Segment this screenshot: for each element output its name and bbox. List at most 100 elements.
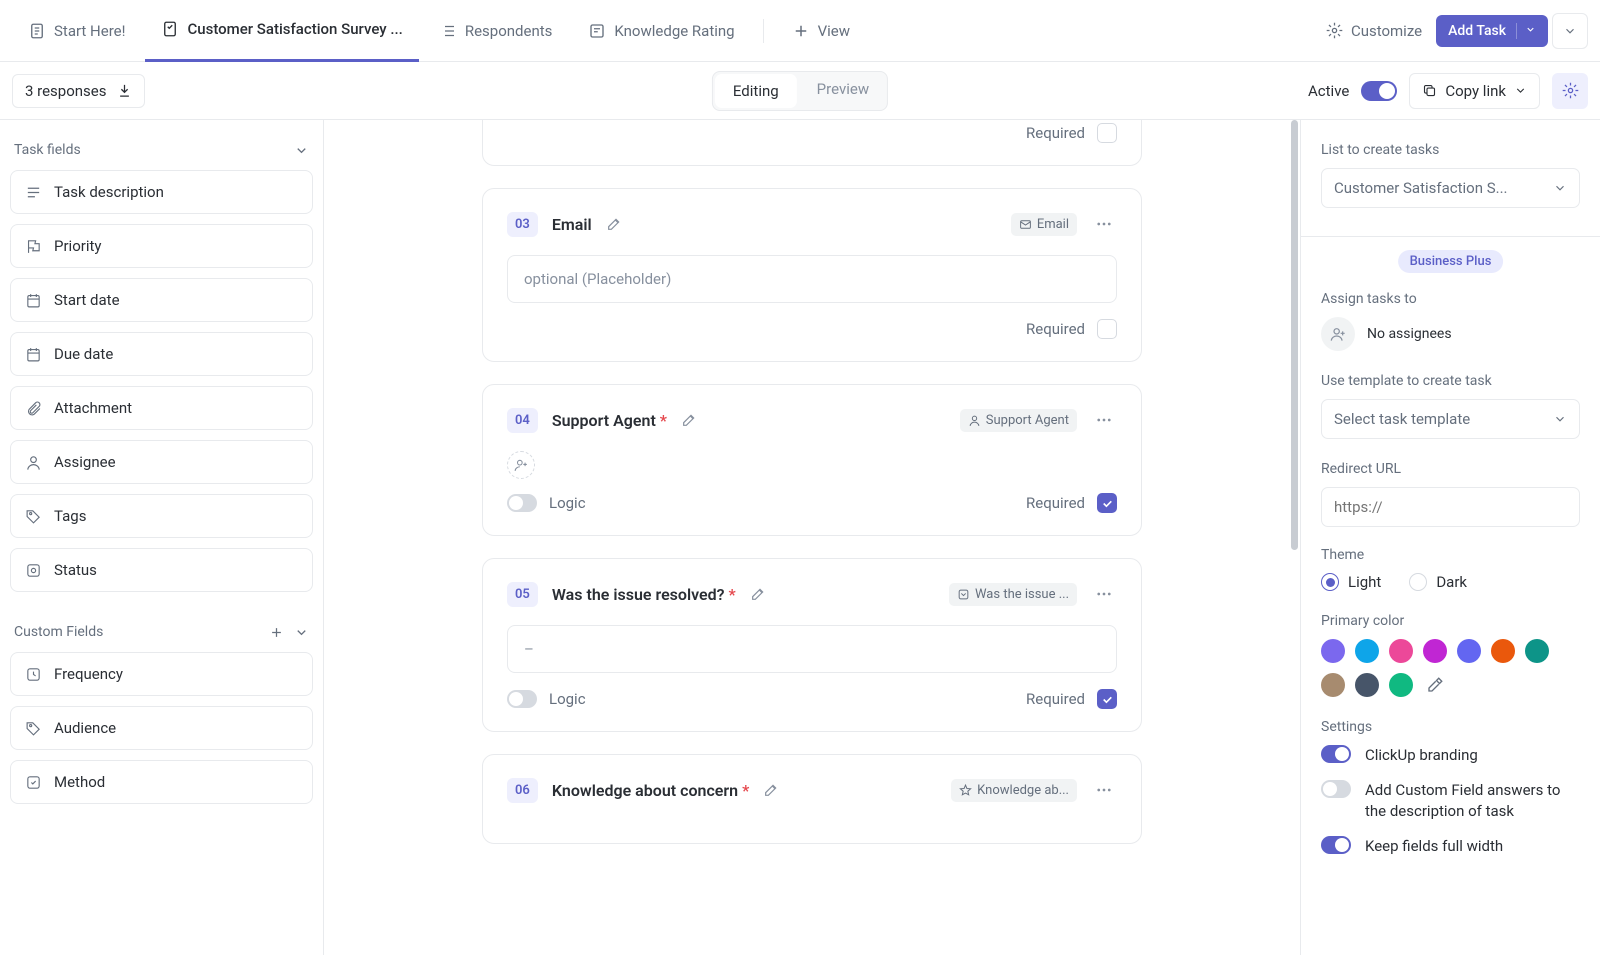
color-swatch[interactable] (1423, 639, 1447, 663)
plus-icon[interactable] (269, 625, 284, 640)
field-item[interactable]: Due date (10, 332, 313, 376)
template-select[interactable]: Select task template (1321, 399, 1580, 439)
required-label: Required (1026, 124, 1085, 142)
edit-icon[interactable] (763, 782, 779, 798)
color-swatch[interactable] (1321, 639, 1345, 663)
color-swatch[interactable] (1457, 639, 1481, 663)
more-icon[interactable] (1091, 211, 1117, 237)
form-field-card[interactable]: 03EmailEmailoptional (Placeholder)Requir… (482, 188, 1142, 362)
color-swatch[interactable] (1491, 639, 1515, 663)
required-checkbox[interactable] (1097, 493, 1117, 513)
color-picker-icon[interactable] (1423, 673, 1447, 697)
no-assignees-label: No assignees (1367, 326, 1452, 342)
note-icon (588, 22, 606, 40)
logic-label: Logic (549, 494, 586, 512)
custom-fields-header[interactable]: Custom Fields (10, 620, 313, 652)
field-label: Status (54, 561, 97, 579)
field-label: Due date (54, 345, 113, 363)
add-task-label: Add Task (1448, 23, 1506, 39)
radio-icon (1409, 573, 1427, 591)
tab-start-here[interactable]: Start Here! (12, 0, 141, 62)
more-icon[interactable] (1091, 407, 1117, 433)
customize-button[interactable]: Customize (1316, 22, 1432, 40)
color-swatch[interactable] (1355, 673, 1379, 697)
assignee-picker[interactable]: No assignees (1321, 317, 1580, 351)
field-item[interactable]: Status (10, 548, 313, 592)
setting-toggle[interactable] (1321, 836, 1351, 854)
redirect-url-input[interactable] (1321, 487, 1580, 527)
field-number: 04 (507, 408, 538, 433)
theme-dark-option[interactable]: Dark (1409, 573, 1467, 591)
copy-link-button[interactable]: Copy link (1409, 73, 1540, 109)
field-icon (25, 346, 42, 363)
field-label: Task description (54, 183, 164, 201)
logic-toggle[interactable] (507, 690, 537, 708)
field-item[interactable]: Tags (10, 494, 313, 538)
tab-respondents[interactable]: Respondents (423, 0, 569, 62)
more-icon[interactable] (1091, 581, 1117, 607)
field-item[interactable]: Priority (10, 224, 313, 268)
field-item[interactable]: Method (10, 760, 313, 804)
form-icon (161, 20, 179, 38)
sub-toolbar: 3 responses Editing Preview Active Copy … (0, 62, 1600, 120)
field-icon (25, 562, 42, 579)
theme-light-option[interactable]: Light (1321, 573, 1381, 591)
required-checkbox[interactable] (1097, 689, 1117, 709)
primary-color-label: Primary color (1321, 613, 1580, 629)
color-swatch[interactable] (1525, 639, 1549, 663)
download-icon[interactable] (117, 83, 132, 98)
edit-icon[interactable] (681, 412, 697, 428)
required-checkbox[interactable] (1097, 123, 1117, 143)
template-label: Use template to create task (1321, 373, 1580, 389)
edit-icon[interactable] (606, 216, 622, 232)
field-item[interactable]: Assignee (10, 440, 313, 484)
add-assignee-placeholder[interactable] (507, 451, 535, 479)
color-swatch[interactable] (1389, 639, 1413, 663)
placeholder-input[interactable]: – (507, 625, 1117, 673)
setting-toggle[interactable] (1321, 780, 1351, 798)
logic-toggle[interactable] (507, 494, 537, 512)
color-swatch[interactable] (1355, 639, 1379, 663)
tab-add-view[interactable]: View (776, 0, 866, 62)
list-to-create-label: List to create tasks (1321, 142, 1580, 158)
placeholder-input[interactable]: optional (Placeholder) (507, 255, 1117, 303)
form-settings-panel: List to create tasks Customer Satisfacti… (1300, 120, 1600, 955)
form-field-card[interactable]: 04Support Agent *Support AgentLogicRequi… (482, 384, 1142, 536)
active-label: Active (1308, 82, 1349, 100)
required-checkbox[interactable] (1097, 319, 1117, 339)
add-task-button[interactable]: Add Task (1436, 15, 1548, 47)
field-item[interactable]: Task description (10, 170, 313, 214)
chevron-down-icon[interactable] (1516, 23, 1536, 39)
field-item[interactable]: Attachment (10, 386, 313, 430)
task-fields-header[interactable]: Task fields (10, 138, 313, 170)
top-tab-bar: Start Here! Customer Satisfaction Survey… (0, 0, 1600, 62)
section-title: Task fields (14, 142, 81, 158)
form-field-card[interactable]: 05Was the issue resolved? *Was the issue… (482, 558, 1142, 732)
form-settings-button[interactable] (1552, 73, 1588, 109)
tab-label: Respondents (465, 22, 553, 40)
active-toggle[interactable] (1361, 81, 1397, 101)
form-field-card[interactable]: 06Knowledge about concern *Knowledge ab.… (482, 754, 1142, 844)
field-title: Support Agent * (552, 411, 667, 430)
list-select[interactable]: Customer Satisfaction S... (1321, 168, 1580, 208)
setting-toggle[interactable] (1321, 745, 1351, 763)
tab-knowledge-rating[interactable]: Knowledge Rating (572, 0, 750, 62)
field-item[interactable]: Start date (10, 278, 313, 322)
field-item[interactable]: Frequency (10, 652, 313, 696)
field-item[interactable]: Audience (10, 706, 313, 750)
more-menu-button[interactable] (1552, 13, 1588, 49)
form-field-card[interactable]: hidden Required (482, 120, 1142, 166)
field-type-badge: Email (1011, 213, 1077, 236)
more-icon[interactable] (1091, 777, 1117, 803)
chevron-down-icon (1563, 24, 1577, 38)
required-label: Required (1026, 320, 1085, 338)
tab-customer-survey[interactable]: Customer Satisfaction Survey ... (145, 0, 418, 62)
responses-count[interactable]: 3 responses (12, 74, 145, 108)
editing-tab[interactable]: Editing (715, 74, 797, 108)
preview-tab[interactable]: Preview (799, 72, 887, 110)
color-swatch[interactable] (1389, 673, 1413, 697)
edit-icon[interactable] (750, 586, 766, 602)
color-swatch[interactable] (1321, 673, 1345, 697)
scrollbar-thumb[interactable] (1291, 120, 1298, 550)
field-icon (25, 666, 42, 683)
